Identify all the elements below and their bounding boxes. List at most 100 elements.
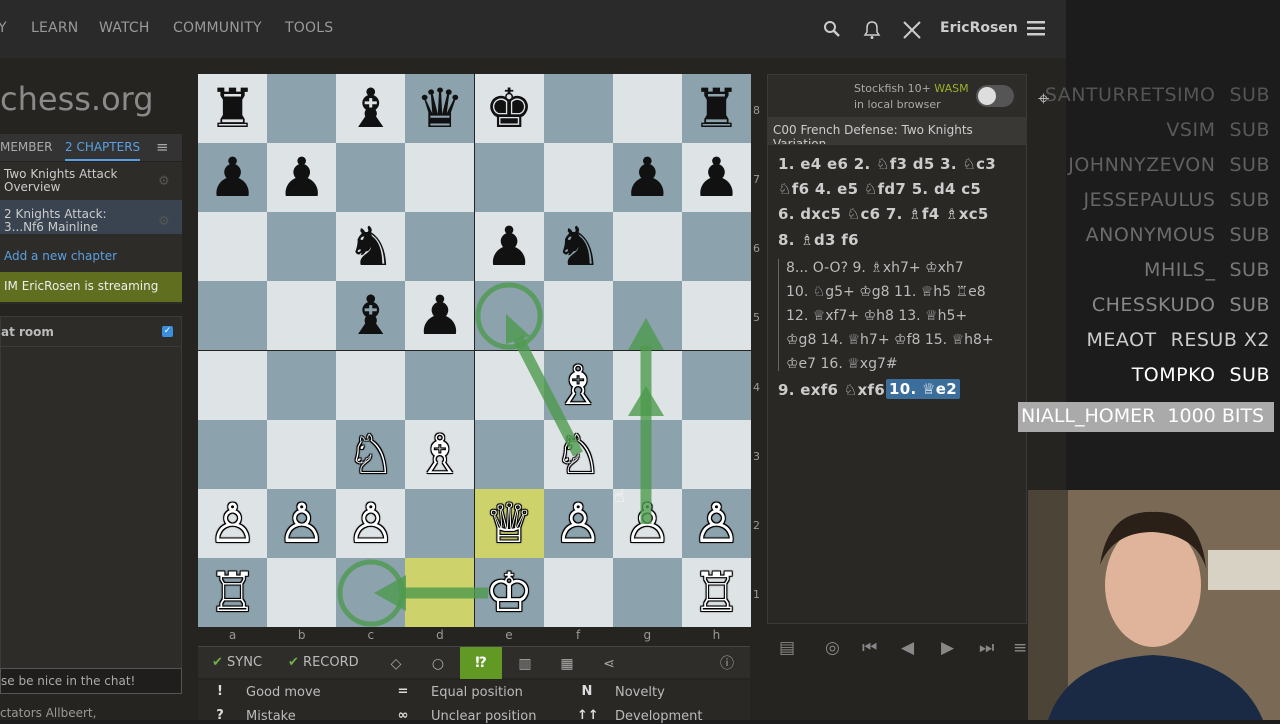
glyph-novelty-symbol[interactable]: N bbox=[577, 684, 597, 699]
glyph-development-symbol[interactable]: ↑↑ bbox=[577, 708, 599, 723]
square-d1[interactable] bbox=[405, 557, 475, 627]
search-icon[interactable] bbox=[822, 20, 842, 40]
piece-a1[interactable]: ♖ bbox=[198, 558, 267, 627]
first-move-icon[interactable]: ⏮ bbox=[862, 638, 877, 658]
square-c7[interactable] bbox=[336, 143, 406, 213]
piece-a8[interactable]: ♜ bbox=[198, 74, 267, 143]
square-a5[interactable] bbox=[198, 281, 268, 351]
piece-d8[interactable]: ♛ bbox=[405, 74, 474, 143]
current-move[interactable]: 10. ♕e2 bbox=[886, 379, 960, 399]
square-b3[interactable] bbox=[267, 419, 337, 489]
square-b1[interactable] bbox=[267, 557, 337, 627]
piece-h1[interactable]: ♖ bbox=[682, 558, 751, 627]
info-icon[interactable]: ⓘ bbox=[712, 651, 742, 677]
nav-learn[interactable]: LEARN bbox=[31, 20, 78, 36]
piece-f2[interactable]: ♙ bbox=[544, 489, 613, 558]
chat-input[interactable]: se be nice in the chat! bbox=[0, 668, 182, 694]
nav-tools[interactable]: TOOLS bbox=[285, 20, 333, 36]
square-b4[interactable] bbox=[267, 350, 337, 420]
square-f1[interactable] bbox=[543, 557, 613, 627]
username-link[interactable]: EricRosen bbox=[940, 20, 1018, 36]
previous-move-icon[interactable]: ◀ bbox=[901, 638, 914, 658]
square-c4[interactable] bbox=[336, 350, 406, 420]
square-c1[interactable] bbox=[336, 557, 406, 627]
nav-partial-item[interactable]: Y bbox=[0, 20, 7, 36]
square-a4[interactable] bbox=[198, 350, 268, 420]
square-g4[interactable] bbox=[612, 350, 682, 420]
square-f8[interactable] bbox=[543, 74, 613, 144]
tab-chapters[interactable]: 2 CHAPTERS bbox=[65, 140, 141, 161]
piece-c2[interactable]: ♙ bbox=[336, 489, 405, 558]
piece-e8[interactable]: ♚ bbox=[475, 74, 544, 143]
square-e4[interactable] bbox=[474, 350, 544, 420]
square-h3[interactable] bbox=[681, 419, 751, 489]
variation-line-2[interactable]: 10. ♘g5+ ♔g8 11. ♕h5 ♖e8 bbox=[786, 284, 986, 300]
piece-b7[interactable]: ♟ bbox=[267, 143, 336, 212]
move-line-3[interactable]: 6. dxc5 ♘c6 7. ♗f4 ♗xc5 bbox=[778, 205, 989, 223]
move-line-2[interactable]: ♘f6 4. e5 ♘fd7 5. d4 c5 bbox=[778, 180, 981, 198]
gear-icon[interactable]: ⚙ bbox=[158, 214, 170, 229]
move-line-5[interactable]: 9. exf6 ♘xf6 bbox=[778, 381, 885, 399]
square-d6[interactable] bbox=[405, 212, 475, 282]
chapter-item-2[interactable]: 2 Knights Attack: 3...Nf6 Mainline bbox=[0, 200, 182, 234]
piece-h8[interactable]: ♜ bbox=[682, 74, 751, 143]
square-a6[interactable] bbox=[198, 212, 268, 282]
piece-a2[interactable]: ♙ bbox=[198, 489, 267, 558]
square-b5[interactable] bbox=[267, 281, 337, 351]
piece-e6[interactable]: ♟ bbox=[475, 212, 544, 281]
glyph-good-label[interactable]: Good move bbox=[246, 685, 321, 700]
square-b8[interactable] bbox=[267, 74, 337, 144]
glyph-mistake-symbol[interactable]: ? bbox=[210, 708, 230, 723]
piece-c3[interactable]: ♘ bbox=[336, 420, 405, 489]
square-g5[interactable] bbox=[612, 281, 682, 351]
nav-watch[interactable]: WATCH bbox=[99, 20, 150, 36]
tab-members[interactable]: MEMBER bbox=[0, 140, 52, 154]
square-d7[interactable] bbox=[405, 143, 475, 213]
piece-g7[interactable]: ♟ bbox=[613, 143, 682, 212]
crossed-swords-icon[interactable] bbox=[902, 20, 922, 40]
piece-b2[interactable]: ♙ bbox=[267, 489, 336, 558]
streaming-banner[interactable]: IM EricRosen is streaming bbox=[0, 272, 182, 302]
last-move-icon[interactable]: ⏭ bbox=[979, 638, 994, 658]
square-d4[interactable] bbox=[405, 350, 475, 420]
square-h4[interactable] bbox=[681, 350, 751, 420]
piece-f4[interactable]: ♗ bbox=[544, 351, 613, 420]
sync-button[interactable]: ✔ SYNC bbox=[212, 655, 262, 670]
piece-e2[interactable]: ♕ bbox=[475, 489, 544, 558]
square-f7[interactable] bbox=[543, 143, 613, 213]
variation-line-5[interactable]: ♔e7 16. ♕xg7# bbox=[786, 356, 898, 372]
record-button[interactable]: ✔ RECORD bbox=[288, 655, 359, 670]
square-a3[interactable] bbox=[198, 419, 268, 489]
engine-toggle[interactable] bbox=[976, 85, 1014, 107]
square-e7[interactable] bbox=[474, 143, 544, 213]
square-h6[interactable] bbox=[681, 212, 751, 282]
glyph-good-symbol[interactable]: ! bbox=[210, 684, 230, 699]
hamburger-menu-icon[interactable] bbox=[1026, 20, 1046, 40]
chart-icon[interactable]: ▥ bbox=[510, 651, 540, 677]
tag-icon[interactable]: ◇ bbox=[381, 651, 411, 677]
move-line-4[interactable]: 8. ♗d3 f6 bbox=[778, 231, 859, 249]
glyph-unclear-label[interactable]: Unclear position bbox=[431, 709, 536, 724]
piece-f6[interactable]: ♞ bbox=[544, 212, 613, 281]
square-g6[interactable] bbox=[612, 212, 682, 282]
piece-c8[interactable]: ♝ bbox=[336, 74, 405, 143]
square-f5[interactable] bbox=[543, 281, 613, 351]
glyph-mistake-label[interactable]: Mistake bbox=[246, 709, 296, 724]
menu-icon[interactable]: ≡ bbox=[1013, 638, 1027, 658]
glyph-development-label[interactable]: Development bbox=[615, 709, 703, 724]
comment-icon[interactable]: ○ bbox=[423, 651, 453, 677]
move-line-1[interactable]: 1. e4 e6 2. ♘f3 d5 3. ♘c3 bbox=[778, 155, 996, 173]
piece-d5[interactable]: ♟ bbox=[405, 281, 474, 350]
piece-a7[interactable]: ♟ bbox=[198, 143, 267, 212]
variation-line-1[interactable]: 8... O-O? 9. ♗xh7+ ♔xh7 bbox=[786, 260, 964, 276]
square-e3[interactable] bbox=[474, 419, 544, 489]
target-button-icon[interactable]: ◎ bbox=[825, 638, 840, 658]
site-logo[interactable]: chess.org bbox=[0, 80, 154, 118]
square-e5[interactable] bbox=[474, 281, 544, 351]
chat-toggle-checkbox[interactable]: ✓ bbox=[162, 326, 173, 337]
glyph-unclear-symbol[interactable]: ∞ bbox=[393, 708, 413, 723]
piece-e1[interactable]: ♔ bbox=[475, 558, 544, 627]
chess-board[interactable]: ♜ ♝ ♛ ♚ ♜ ♟ ♟ ♟ ♟ ♞ ♟ ♞ ♝ ♟ ♗ ♘ ♗ ♘ ♙ ♙ ♙ ♕ ♙ ♙ ♙ ♖ ♔ ♖ bbox=[198, 74, 751, 627]
variation-line-4[interactable]: ♔g8 14. ♕h7+ ♔f8 15. ♕h8+ bbox=[786, 332, 994, 348]
bell-icon[interactable] bbox=[862, 20, 882, 40]
